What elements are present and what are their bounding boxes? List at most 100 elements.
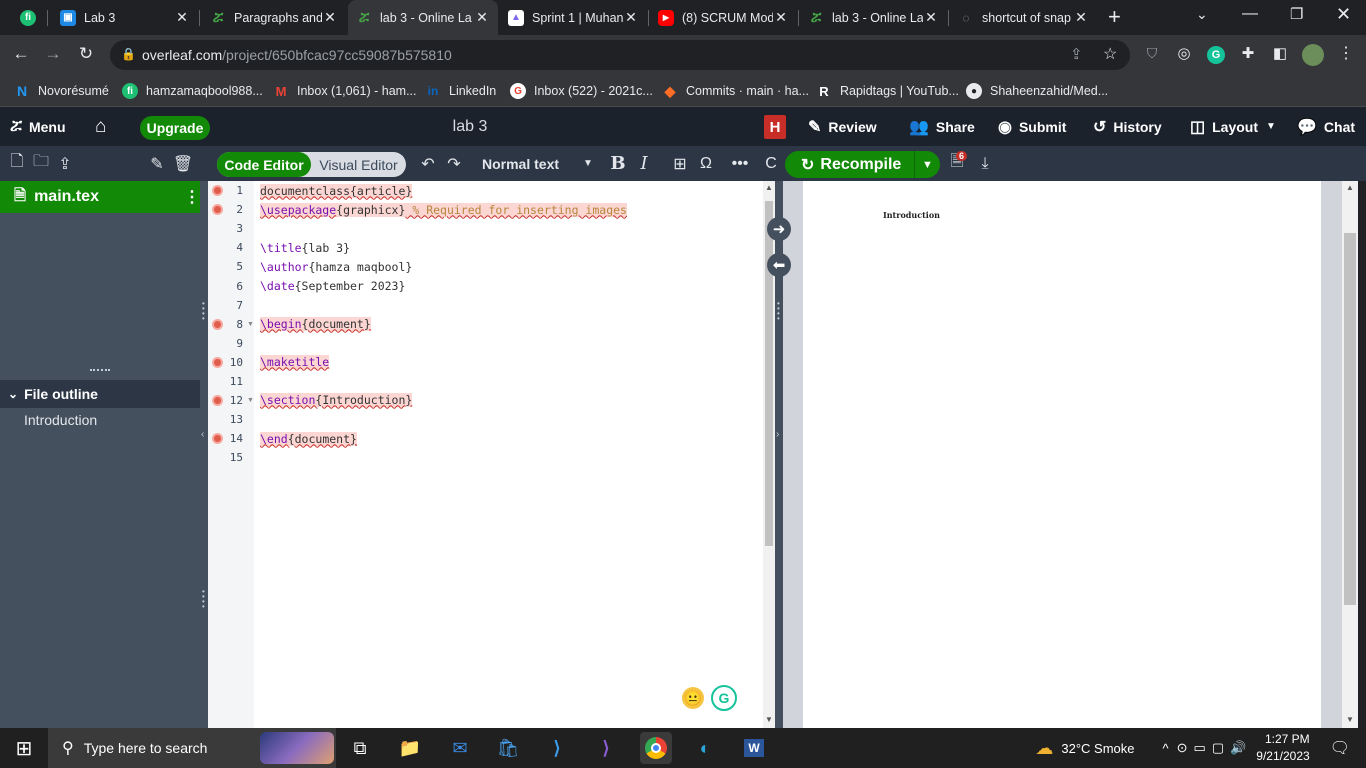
italic-icon[interactable]: I: [634, 146, 654, 181]
volume-icon[interactable]: 🔊: [1230, 740, 1246, 756]
address-bar[interactable]: 🔒 overleaf.com/project/650bfcac97cc59087…: [110, 40, 1130, 70]
back-icon[interactable]: ←: [9, 44, 33, 64]
toggle-pane-icon[interactable]: C: [762, 146, 780, 181]
edge-icon[interactable]: ◐: [689, 732, 721, 764]
code-editor[interactable]: 1 2 3 4 5 6 7 8 ▼ 9 10 11 12 ▼ 13 14 15 documentclass{ar…: [208, 181, 775, 728]
chat-button[interactable]: 💬 Chat: [1297, 107, 1355, 146]
tab-scrum-youtube[interactable]: ▶ (8) SCRUM Mod ✕: [650, 0, 797, 35]
recompile-button[interactable]: ↻ Recompile ▼: [785, 151, 940, 178]
code-line-4[interactable]: \title {lab 3}: [260, 238, 350, 257]
bookmark-inbox[interactable]: G Inbox (522) - 2021c...: [510, 82, 653, 100]
undo-icon[interactable]: ↶: [418, 146, 438, 181]
grammarly-extension-icon[interactable]: G: [1207, 46, 1225, 64]
chrome-icon[interactable]: [640, 732, 672, 764]
clock[interactable]: 1:27 PM 9/21/2023: [1256, 731, 1309, 765]
close-icon[interactable]: ✕: [174, 9, 190, 26]
weather-icon[interactable]: ☁: [1035, 738, 1053, 759]
bookmark-linkedin[interactable]: in LinkedIn: [425, 82, 497, 100]
bookmark-rapidtags[interactable]: R Rapidtags | YouTub...: [816, 82, 959, 100]
sync-extension-icon[interactable]: ◎: [1172, 44, 1196, 62]
error-marker-icon[interactable]: [212, 185, 223, 196]
bookmark-gmail[interactable]: M Inbox (1,061) - ham...: [273, 82, 417, 100]
go-to-pdf-location-icon[interactable]: ➜: [767, 217, 791, 241]
reload-icon[interactable]: ↻: [74, 44, 98, 64]
new-file-icon[interactable]: 🗋: [8, 146, 26, 181]
shield-extension-icon[interactable]: ⛉: [1140, 45, 1164, 62]
side-panel-icon[interactable]: ◧: [1268, 44, 1292, 62]
bookmark-star-icon[interactable]: ☆: [1103, 44, 1117, 64]
pdf-page[interactable]: [803, 181, 1321, 728]
file-outline-header[interactable]: ⌄ File outline: [0, 380, 200, 408]
restore-icon[interactable]: ❐: [1290, 5, 1303, 23]
delete-trash-icon[interactable]: 🗑: [173, 146, 193, 181]
code-line-2[interactable]: \usepackage{graphicx} % Required for ins…: [260, 200, 627, 219]
pdf-scrollbar[interactable]: ▲ ▼: [1342, 181, 1358, 728]
logs-icon[interactable]: 🗎 6: [946, 146, 968, 181]
code-editor-toggle[interactable]: Code Editor: [217, 152, 311, 177]
mail-icon[interactable]: ✉: [444, 732, 476, 764]
scroll-up-icon[interactable]: ▲: [765, 183, 773, 192]
tab-google-meet[interactable]: fi: [12, 0, 44, 35]
vscode-icon[interactable]: ⟩: [541, 732, 573, 764]
scroll-down-icon[interactable]: ▼: [765, 715, 773, 724]
close-icon[interactable]: ✕: [322, 9, 338, 26]
math-icon[interactable]: ⊞: [670, 146, 690, 181]
bookmark-novoresume[interactable]: N Novorésumé: [14, 82, 109, 100]
file-main-tex[interactable]: 🗎 main.tex ⋮: [0, 181, 200, 213]
scroll-up-icon[interactable]: ▲: [1346, 183, 1354, 192]
editor-scroll-thumb[interactable]: [765, 201, 773, 546]
tray-chevron-icon[interactable]: ^: [1163, 741, 1169, 756]
tab-lab-3[interactable]: ▣ Lab 3 ✕: [52, 0, 198, 35]
visual-editor-toggle[interactable]: Visual Editor: [311, 152, 406, 177]
outline-item-introduction[interactable]: Introduction: [24, 412, 97, 428]
display-icon[interactable]: ▢: [1212, 740, 1224, 756]
redo-icon[interactable]: ↷: [444, 146, 464, 181]
bookmark-gitlab[interactable]: ◆ Commits · main · ha...: [662, 82, 809, 100]
battery-icon[interactable]: ▭: [1194, 740, 1206, 756]
new-folder-icon[interactable]: 🗀: [32, 146, 50, 181]
tab-lab-3-online-active[interactable]: ሯ lab 3 - Online La ✕: [348, 0, 498, 35]
grammarly-icon[interactable]: G: [711, 685, 737, 711]
tab-paragraphs[interactable]: ሯ Paragraphs and ✕: [202, 0, 346, 35]
file-menu-icon[interactable]: ⋮: [184, 187, 200, 207]
history-button[interactable]: ↺ History: [1093, 107, 1162, 146]
close-icon[interactable]: ✕: [773, 9, 789, 26]
text-style-select[interactable]: Normal text ▼: [482, 146, 593, 181]
notifications-icon[interactable]: 🗨: [1330, 738, 1350, 758]
scroll-down-icon[interactable]: ▼: [1346, 715, 1354, 724]
code-line-8[interactable]: \begin{document}: [260, 314, 371, 333]
tab-shortcut-snap[interactable]: ◌ shortcut of snap ✕: [950, 0, 1097, 35]
profile-avatar[interactable]: [1302, 44, 1324, 66]
project-name[interactable]: lab 3: [420, 107, 520, 146]
review-button[interactable]: ✎ Review: [808, 107, 877, 146]
recompile-main[interactable]: ↻ Recompile: [785, 151, 915, 178]
browser-menu-icon[interactable]: ⋮: [1334, 43, 1358, 63]
minimize-icon[interactable]: —: [1242, 5, 1258, 23]
fold-toggle-icon[interactable]: ▼: [247, 321, 254, 328]
menu-button[interactable]: ሯ Menu: [10, 107, 66, 146]
network-icon[interactable]: ⊙: [1177, 740, 1188, 756]
code-line-14[interactable]: \end{document}: [260, 429, 357, 448]
user-avatar-badge[interactable]: H: [764, 115, 786, 139]
share-page-icon[interactable]: ⇪: [1070, 45, 1083, 63]
sidebar-divider[interactable]: • • • • ‹ • • • •: [200, 181, 208, 728]
layout-button[interactable]: ◫ Layout ▼: [1190, 107, 1276, 146]
tab-search-chevron-icon[interactable]: ⌄: [1196, 6, 1208, 23]
close-icon[interactable]: ✕: [474, 9, 490, 26]
error-marker-icon[interactable]: [212, 318, 223, 330]
close-icon[interactable]: ✕: [1073, 9, 1089, 26]
code-line-1[interactable]: documentclass{article}: [260, 181, 413, 200]
windows-start-icon[interactable]: ⊞: [8, 732, 40, 764]
code-line-10[interactable]: \maketitle: [260, 352, 330, 371]
taskbar-search[interactable]: ⚲ Type here to search: [48, 728, 336, 768]
new-tab-icon[interactable]: +: [1108, 4, 1121, 30]
pdf-scroll-thumb[interactable]: [1344, 233, 1356, 605]
symbol-omega-icon[interactable]: Ω: [696, 146, 716, 181]
submit-button[interactable]: ◉ Submit: [998, 107, 1066, 146]
home-icon[interactable]: ⌂: [95, 107, 106, 146]
word-icon[interactable]: W: [738, 732, 770, 764]
tab-sprint-1[interactable]: ▲ Sprint 1 | Muhan ✕: [500, 0, 647, 35]
forward-icon[interactable]: →: [41, 44, 65, 64]
upload-icon[interactable]: ⇪: [56, 146, 74, 181]
upgrade-button[interactable]: Upgrade: [140, 116, 210, 140]
